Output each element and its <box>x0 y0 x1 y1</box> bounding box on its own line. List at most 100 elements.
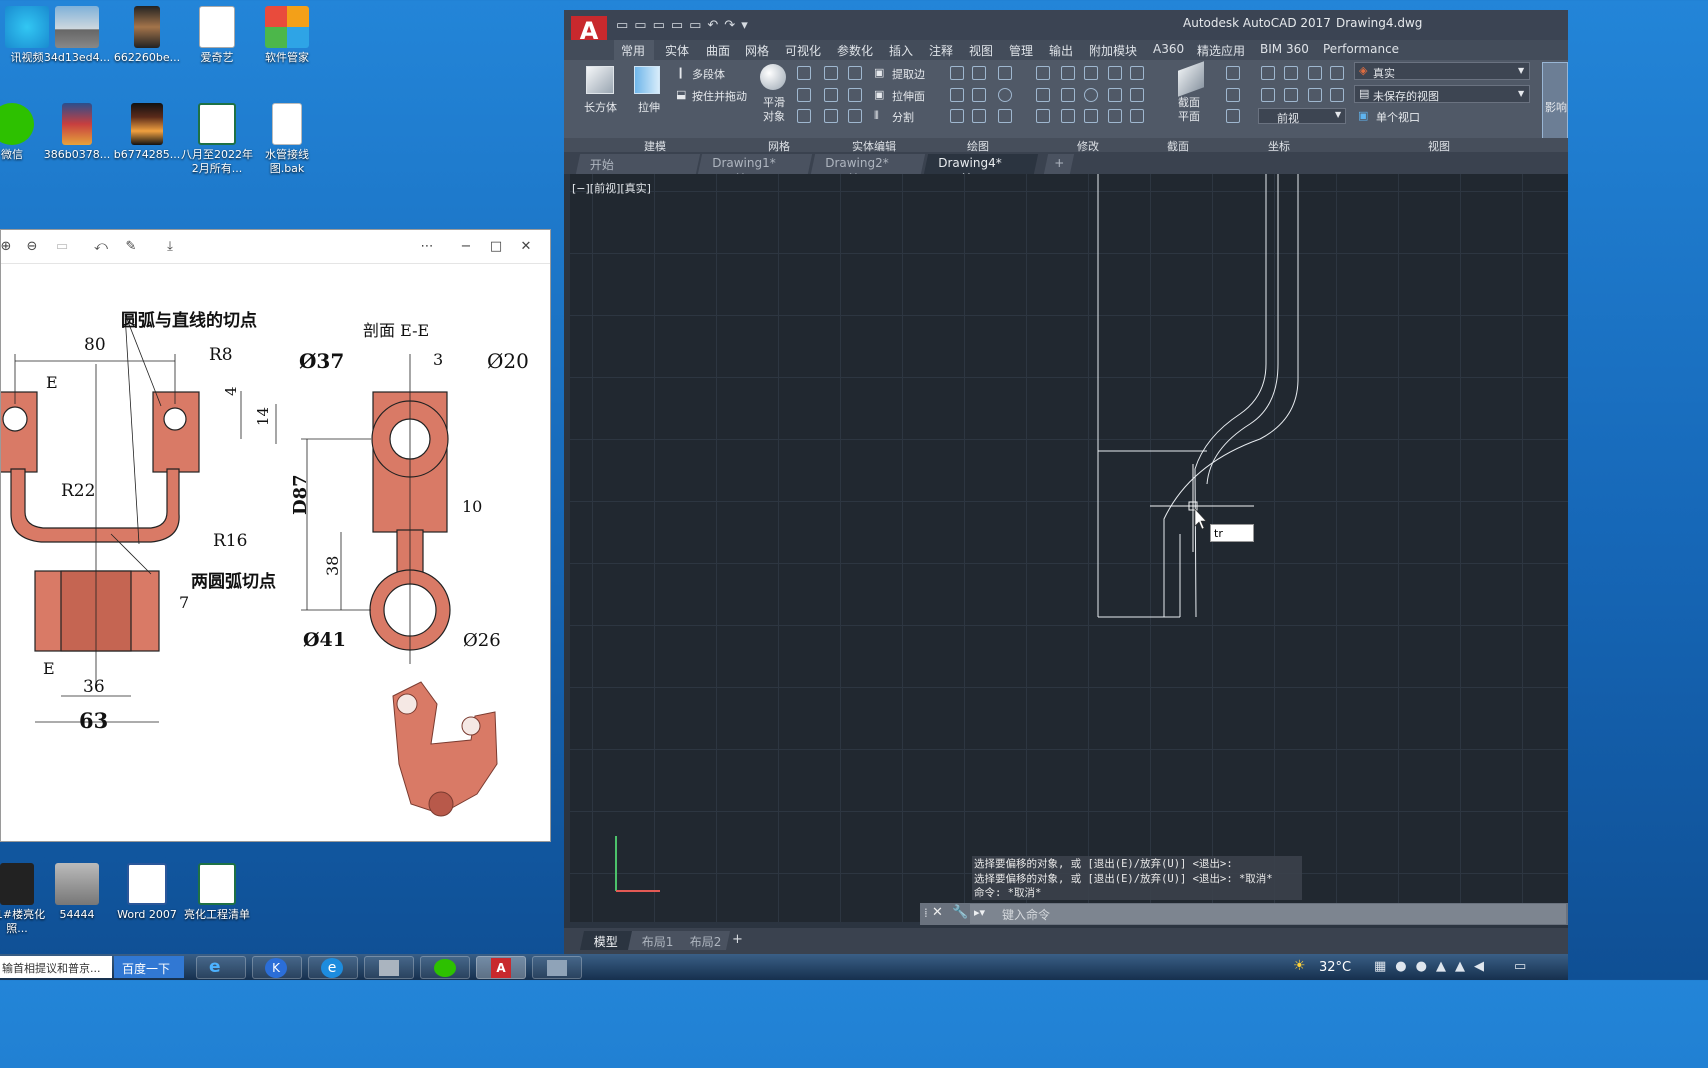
minimize-icon[interactable]: − <box>457 238 475 256</box>
desktop-icon-image4[interactable]: b6774285... <box>110 103 184 162</box>
desktop-icon-54444[interactable]: 54444 <box>40 863 114 922</box>
taskbar-viewer-button[interactable] <box>532 956 582 979</box>
ucs-icon[interactable] <box>1261 88 1275 102</box>
drawing-canvas[interactable]: [−][前视][真实] tr <box>570 174 1568 922</box>
doc-tab-drawing1[interactable]: Drawing1*✕ <box>697 154 813 184</box>
zoom-in-icon[interactable]: ⊕ <box>0 238 15 256</box>
modify-tool-icon[interactable] <box>1061 66 1075 80</box>
solid-edit-icon[interactable] <box>824 109 838 123</box>
tab-annotate[interactable]: 注释 <box>929 42 953 59</box>
search-button[interactable]: 百度一下 <box>114 956 184 978</box>
taskbar-k-button[interactable]: K <box>252 956 302 979</box>
taskbar-ie-button[interactable]: e <box>196 956 246 979</box>
desktop-icon-image1[interactable]: 34d13ed4... <box>40 6 114 65</box>
extrude-face-button[interactable]: 拉伸面 <box>892 88 925 104</box>
quick-access-toolbar[interactable]: ▭▭▭▭▭↶↷▾ <box>616 18 754 33</box>
tab-solid[interactable]: 实体 <box>665 42 689 59</box>
desktop-icon-image2[interactable]: 662260be... <box>110 6 184 65</box>
line-icon[interactable] <box>972 88 986 102</box>
tab-visualize[interactable]: 可视化 <box>785 42 821 59</box>
tab-mesh[interactable]: 网格 <box>745 42 769 59</box>
ellipse-icon[interactable] <box>998 109 1012 123</box>
box-button-label[interactable]: 长方体 <box>584 99 617 115</box>
tab-output[interactable]: 输出 <box>1049 42 1073 59</box>
polyline-icon[interactable] <box>950 66 964 80</box>
rectangle-icon[interactable] <box>972 109 986 123</box>
solid-edit-icon[interactable] <box>824 66 838 80</box>
polyline-icon[interactable] <box>950 88 964 102</box>
tab-home[interactable]: 常用 <box>621 42 645 59</box>
layout-tab-layout1[interactable]: 布局1 <box>627 931 683 950</box>
solid-edit-icon[interactable] <box>824 88 838 102</box>
taskbar-autocad-button[interactable]: A <box>476 956 526 979</box>
maximize-icon[interactable]: □ <box>487 238 505 256</box>
modify-tool-icon[interactable] <box>1036 109 1050 123</box>
section-plane-label[interactable]: 截面 平面 <box>1178 96 1200 124</box>
move-icon[interactable] <box>1084 66 1098 80</box>
box-icon[interactable] <box>586 66 614 94</box>
modify-tool-icon[interactable] <box>1108 109 1122 123</box>
polygon-icon[interactable] <box>950 109 964 123</box>
ucs-icon[interactable] <box>1226 88 1240 102</box>
extrude-button-label[interactable]: 拉伸 <box>638 99 660 115</box>
extrude-face-icon[interactable]: ▣ <box>874 88 884 101</box>
tab-featured[interactable]: 精选应用 <box>1197 42 1245 59</box>
viewport-icon[interactable]: ▣ <box>1358 109 1368 122</box>
modify-tool-icon[interactable] <box>1061 109 1075 123</box>
ucs-icon[interactable] <box>1308 88 1322 102</box>
mesh-tool-icon[interactable] <box>797 88 811 102</box>
desktop-icon-softmgr[interactable]: 软件管家 <box>250 6 324 65</box>
tab-addins[interactable]: 附加模块 <box>1089 42 1137 59</box>
mesh-tool-icon[interactable] <box>797 109 811 123</box>
weather-temp[interactable]: 32°C <box>1319 960 1351 975</box>
layout-tab-model[interactable]: 模型 <box>579 931 635 950</box>
extract-edges-icon[interactable]: ▣ <box>874 66 884 79</box>
ucs-icon[interactable] <box>1226 109 1240 123</box>
tab-bim360[interactable]: BIM 360 <box>1260 42 1309 56</box>
doc-tab-start[interactable]: 开始 <box>575 154 701 174</box>
extrude-icon[interactable] <box>634 66 660 94</box>
network-icon[interactable]: ▭ <box>1514 959 1526 974</box>
modify-tool-icon[interactable] <box>1084 109 1098 123</box>
doc-tab-drawing4[interactable]: Drawing4*✕ <box>923 154 1039 184</box>
ucs-icon[interactable] <box>1284 66 1298 80</box>
extract-edges-button[interactable]: 提取边 <box>892 66 925 82</box>
polysolid-button[interactable]: 多段体 <box>692 66 725 82</box>
smooth-object-label[interactable]: 平滑 对象 <box>763 96 785 124</box>
modify-tool-icon[interactable] <box>1036 88 1050 102</box>
ucs-icon[interactable] <box>1330 88 1344 102</box>
new-tab-button[interactable]: + <box>1043 154 1075 174</box>
desktop-icon-iqiyi[interactable]: 爱奇艺 <box>180 6 254 65</box>
modify-tool-icon[interactable] <box>1036 66 1050 80</box>
solid-edit-icon[interactable] <box>848 66 862 80</box>
modify-tool-icon[interactable] <box>1130 88 1144 102</box>
viewcube-panel-button[interactable]: 影响 <box>1542 62 1568 146</box>
fit-icon[interactable]: ▭ <box>53 238 71 256</box>
desktop-icon-image3[interactable]: 386b0378... <box>40 103 114 162</box>
desktop-icon-excel1[interactable]: 八月至2022年2月所有... <box>180 103 254 176</box>
ucs-icon[interactable] <box>1308 66 1322 80</box>
presspull-icon[interactable]: ⬓ <box>676 88 686 101</box>
solid-edit-icon[interactable] <box>848 109 862 123</box>
array-icon[interactable] <box>1130 109 1144 123</box>
smooth-object-icon[interactable] <box>760 64 786 90</box>
tab-manage[interactable]: 管理 <box>1009 42 1033 59</box>
polysolid-icon[interactable]: ❙ <box>676 66 685 79</box>
edit-icon[interactable]: ✎ <box>122 238 140 256</box>
ucs-icon[interactable] <box>1330 66 1344 80</box>
modify-tool-icon[interactable] <box>1130 66 1144 80</box>
doc-tab-drawing2[interactable]: Drawing2*✕ <box>810 154 926 184</box>
dynamic-input-box[interactable]: tr <box>1210 524 1254 542</box>
single-viewport-button[interactable]: 单个视口 <box>1376 109 1420 125</box>
tab-parametric[interactable]: 参数化 <box>837 42 873 59</box>
modify-tool-icon[interactable] <box>1108 88 1122 102</box>
view-dropdown[interactable]: 前视 ▼ <box>1258 108 1346 125</box>
spline-icon[interactable] <box>972 66 986 80</box>
split-icon[interactable]: ⦀ <box>874 109 879 123</box>
save-icon[interactable]: ⤓ <box>161 238 179 256</box>
search-input[interactable]: 输首相提议和普京... <box>0 956 112 978</box>
presspull-button[interactable]: 按住并拖动 <box>692 88 747 104</box>
circle-icon[interactable] <box>998 88 1012 102</box>
close-icon[interactable]: ✕ <box>932 905 943 920</box>
ucs-icon[interactable] <box>1261 66 1275 80</box>
